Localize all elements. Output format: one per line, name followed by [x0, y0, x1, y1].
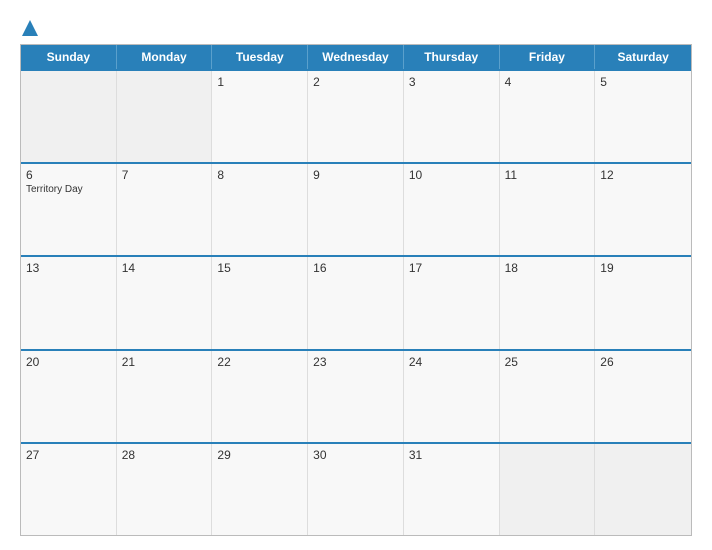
dow-tuesday: Tuesday [212, 45, 308, 69]
day-number: 5 [600, 75, 686, 89]
dow-wednesday: Wednesday [308, 45, 404, 69]
calendar-cell: 26 [595, 351, 691, 442]
calendar-cell: 17 [404, 257, 500, 348]
day-number: 22 [217, 355, 302, 369]
calendar-cell: 6 Territory Day [21, 164, 117, 255]
calendar-page: Sunday Monday Tuesday Wednesday Thursday… [0, 0, 712, 550]
page-header [20, 18, 692, 36]
calendar-cell: 2 [308, 71, 404, 162]
calendar-cell: 8 [212, 164, 308, 255]
week-row-4: 20 21 22 23 24 25 26 [21, 349, 691, 442]
day-number: 27 [26, 448, 111, 462]
day-number: 24 [409, 355, 494, 369]
day-number: 15 [217, 261, 302, 275]
logo [20, 18, 38, 36]
day-number: 31 [409, 448, 494, 462]
day-number: 29 [217, 448, 302, 462]
calendar-cell: 19 [595, 257, 691, 348]
day-number: 14 [122, 261, 207, 275]
day-number: 7 [122, 168, 207, 182]
day-number: 8 [217, 168, 302, 182]
day-number: 16 [313, 261, 398, 275]
calendar-cell: 28 [117, 444, 213, 535]
dow-monday: Monday [117, 45, 213, 69]
dow-saturday: Saturday [595, 45, 691, 69]
calendar-cell: 13 [21, 257, 117, 348]
dow-thursday: Thursday [404, 45, 500, 69]
calendar-cell: 9 [308, 164, 404, 255]
day-number: 9 [313, 168, 398, 182]
calendar-cell: 12 [595, 164, 691, 255]
week-row-5: 27 28 29 30 31 [21, 442, 691, 535]
calendar-cell: 7 [117, 164, 213, 255]
week-row-3: 13 14 15 16 17 18 19 [21, 255, 691, 348]
day-number: 12 [600, 168, 686, 182]
dow-friday: Friday [500, 45, 596, 69]
calendar-cell: 29 [212, 444, 308, 535]
calendar-cell: 15 [212, 257, 308, 348]
calendar-cell: 25 [500, 351, 596, 442]
day-number: 2 [313, 75, 398, 89]
day-number: 20 [26, 355, 111, 369]
week-row-1: 12345 [21, 69, 691, 162]
day-number: 17 [409, 261, 494, 275]
calendar-cell [595, 444, 691, 535]
calendar-header: Sunday Monday Tuesday Wednesday Thursday… [21, 45, 691, 69]
calendar-cell [500, 444, 596, 535]
calendar-cell: 16 [308, 257, 404, 348]
day-number: 13 [26, 261, 111, 275]
calendar-cell: 31 [404, 444, 500, 535]
day-number: 18 [505, 261, 590, 275]
day-number: 10 [409, 168, 494, 182]
calendar: Sunday Monday Tuesday Wednesday Thursday… [20, 44, 692, 536]
calendar-cell: 18 [500, 257, 596, 348]
calendar-cell: 3 [404, 71, 500, 162]
calendar-cell: 1 [212, 71, 308, 162]
day-number: 23 [313, 355, 398, 369]
dow-sunday: Sunday [21, 45, 117, 69]
day-number: 25 [505, 355, 590, 369]
calendar-cell: 23 [308, 351, 404, 442]
calendar-cell: 5 [595, 71, 691, 162]
calendar-cell: 24 [404, 351, 500, 442]
calendar-cell: 21 [117, 351, 213, 442]
calendar-cell [21, 71, 117, 162]
day-number: 30 [313, 448, 398, 462]
calendar-cell [117, 71, 213, 162]
day-number: 11 [505, 168, 590, 182]
day-number: 26 [600, 355, 686, 369]
day-number: 21 [122, 355, 207, 369]
event-label: Territory Day [26, 184, 111, 195]
calendar-cell: 14 [117, 257, 213, 348]
week-row-2: 6 Territory Day 789 10 11 12 [21, 162, 691, 255]
calendar-cell: 27 [21, 444, 117, 535]
day-number: 1 [217, 75, 302, 89]
logo-triangle-icon [22, 20, 38, 36]
calendar-cell: 20 [21, 351, 117, 442]
day-number: 6 [26, 168, 111, 182]
calendar-cell: 30 [308, 444, 404, 535]
day-number: 19 [600, 261, 686, 275]
calendar-cell: 11 [500, 164, 596, 255]
calendar-body: 123456Territory Day789101112131415161718… [21, 69, 691, 535]
day-number: 28 [122, 448, 207, 462]
day-number: 3 [409, 75, 494, 89]
calendar-cell: 4 [500, 71, 596, 162]
day-number: 4 [505, 75, 590, 89]
calendar-cell: 22 [212, 351, 308, 442]
calendar-cell: 10 [404, 164, 500, 255]
